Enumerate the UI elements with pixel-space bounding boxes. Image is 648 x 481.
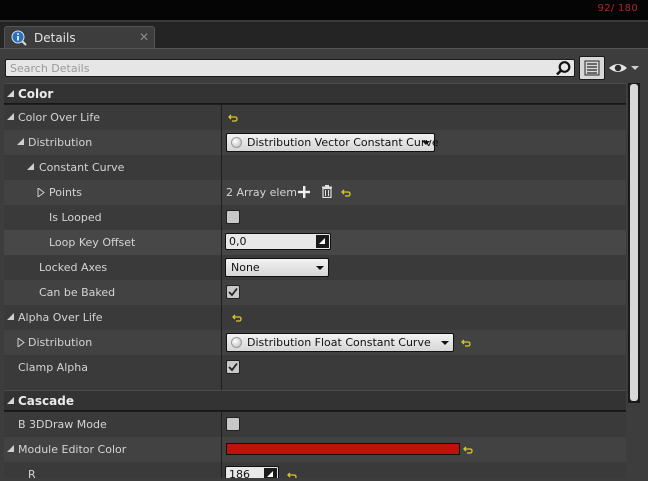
- category-title: Color: [18, 87, 54, 101]
- tab-label: Details: [34, 31, 76, 45]
- details-panel: Color Color Over Life Distribution Distr…: [0, 48, 648, 481]
- class-sphere-icon: [231, 137, 242, 148]
- property-label: B 3DDraw Mode: [18, 418, 107, 431]
- drag-handle-icon[interactable]: [316, 235, 329, 248]
- property-label: R: [28, 468, 36, 478]
- category-color[interactable]: Color: [4, 83, 626, 104]
- row-constant-curve: Constant Curve: [4, 155, 626, 180]
- category-cascade[interactable]: Cascade: [4, 390, 626, 411]
- b3d-draw-mode-checkbox[interactable]: [226, 417, 240, 431]
- reset-to-default-icon[interactable]: [228, 113, 238, 123]
- array-count-text: 2 Array elem: [226, 186, 297, 199]
- numeric-value: 0,0: [229, 235, 247, 248]
- output-strip: 92/ 180: [0, 0, 648, 22]
- r-value-input[interactable]: 186: [225, 466, 279, 478]
- list-view-icon: [584, 60, 600, 76]
- property-label: Constant Curve: [39, 161, 125, 174]
- search-icon[interactable]: [555, 60, 572, 77]
- collapse-triangle-icon: [7, 90, 14, 97]
- loop-key-offset-input[interactable]: 0,0: [225, 233, 331, 250]
- is-looped-checkbox[interactable]: [226, 210, 240, 224]
- row-points: Points 2 Array elem: [4, 180, 626, 205]
- reset-to-default-icon[interactable]: [341, 188, 351, 198]
- row-distribution: Distribution Distribution Vector Constan…: [4, 130, 626, 155]
- diagonal-arrow-icon: [267, 471, 273, 477]
- row-is-looped: Is Looped: [4, 205, 626, 230]
- checkmark-icon: [228, 287, 238, 297]
- class-sphere-icon: [231, 337, 242, 348]
- reset-to-default-icon[interactable]: [461, 338, 471, 348]
- expanded-triangle-icon[interactable]: [17, 138, 25, 146]
- row-loop-key-offset: Loop Key Offset 0,0: [4, 230, 626, 255]
- dropdown-value: None: [231, 261, 260, 274]
- tab-strip: Details ✕: [0, 22, 648, 48]
- row-color-over-life: Color Over Life: [4, 105, 626, 130]
- scrollbar-thumb[interactable]: [630, 84, 638, 401]
- property-label: Module Editor Color: [18, 443, 127, 456]
- expanded-triangle-icon[interactable]: [7, 445, 15, 453]
- alpha-distribution-dropdown[interactable]: Distribution Float Constant Curve: [226, 333, 454, 352]
- row-r: R 186: [4, 462, 626, 478]
- locked-axes-dropdown[interactable]: None: [225, 258, 329, 277]
- dropdown-value: Distribution Vector Constant Curve: [247, 136, 439, 149]
- property-label: Loop Key Offset: [49, 236, 136, 249]
- property-label: Points: [49, 186, 83, 199]
- collapse-triangle-icon: [7, 397, 14, 404]
- search-input[interactable]: [10, 60, 550, 76]
- can-be-baked-checkbox[interactable]: [226, 285, 240, 299]
- reset-to-default-icon[interactable]: [287, 471, 297, 478]
- diagonal-arrow-icon: [319, 238, 325, 244]
- property-list: Color Color Over Life Distribution Distr…: [4, 83, 626, 478]
- details-info-icon: [11, 30, 27, 46]
- drag-handle-icon[interactable]: [264, 468, 277, 478]
- collapsed-triangle-icon[interactable]: [17, 338, 25, 347]
- checkmark-icon: [228, 362, 238, 372]
- property-label: Locked Axes: [39, 261, 108, 274]
- property-label: Is Looped: [49, 211, 102, 224]
- close-tab-icon[interactable]: ✕: [139, 30, 149, 44]
- row-b3d-draw-mode: B 3DDraw Mode: [4, 412, 626, 437]
- row-spacer: [4, 380, 626, 390]
- collapsed-triangle-icon[interactable]: [37, 188, 45, 197]
- expanded-triangle-icon[interactable]: [27, 163, 35, 171]
- row-clamp-alpha: Clamp Alpha: [4, 355, 626, 380]
- add-element-icon[interactable]: [298, 186, 310, 198]
- row-alpha-over-life: Alpha Over Life: [4, 305, 626, 330]
- line-counter: 92/ 180: [597, 3, 638, 14]
- property-label: Clamp Alpha: [18, 361, 88, 374]
- category-title: Cascade: [18, 394, 74, 408]
- trash-icon[interactable]: [321, 185, 333, 198]
- row-alpha-distribution: Distribution Distribution Float Constant…: [4, 330, 626, 355]
- module-editor-color-swatch[interactable]: [226, 443, 460, 455]
- distribution-dropdown[interactable]: Distribution Vector Constant Curve: [226, 133, 439, 152]
- tab-details[interactable]: Details ✕: [4, 26, 155, 48]
- row-can-be-baked: Can be Baked: [4, 280, 626, 305]
- eye-visibility-icon[interactable]: [608, 58, 642, 78]
- property-label: Alpha Over Life: [18, 311, 103, 324]
- vertical-scrollbar[interactable]: [628, 83, 640, 403]
- chevron-down-icon: [316, 266, 324, 270]
- expanded-triangle-icon[interactable]: [7, 313, 15, 321]
- numeric-value: 186: [229, 468, 250, 478]
- property-label: Distribution: [28, 136, 93, 149]
- row-locked-axes: Locked Axes None: [4, 255, 626, 280]
- row-module-editor-color: Module Editor Color: [4, 437, 626, 462]
- property-label: Can be Baked: [39, 286, 116, 299]
- chevron-down-icon: [441, 341, 449, 345]
- clamp-alpha-checkbox[interactable]: [226, 360, 240, 374]
- search-box: [5, 59, 575, 77]
- reset-to-default-icon[interactable]: [232, 313, 242, 323]
- property-label: Distribution: [28, 336, 93, 349]
- reset-to-default-icon[interactable]: [463, 445, 473, 455]
- property-label: Color Over Life: [18, 111, 100, 124]
- dropdown-value: Distribution Float Constant Curve: [247, 336, 431, 349]
- chevron-down-icon: [422, 141, 430, 145]
- view-options-button[interactable]: [579, 56, 605, 80]
- expanded-triangle-icon[interactable]: [7, 113, 15, 121]
